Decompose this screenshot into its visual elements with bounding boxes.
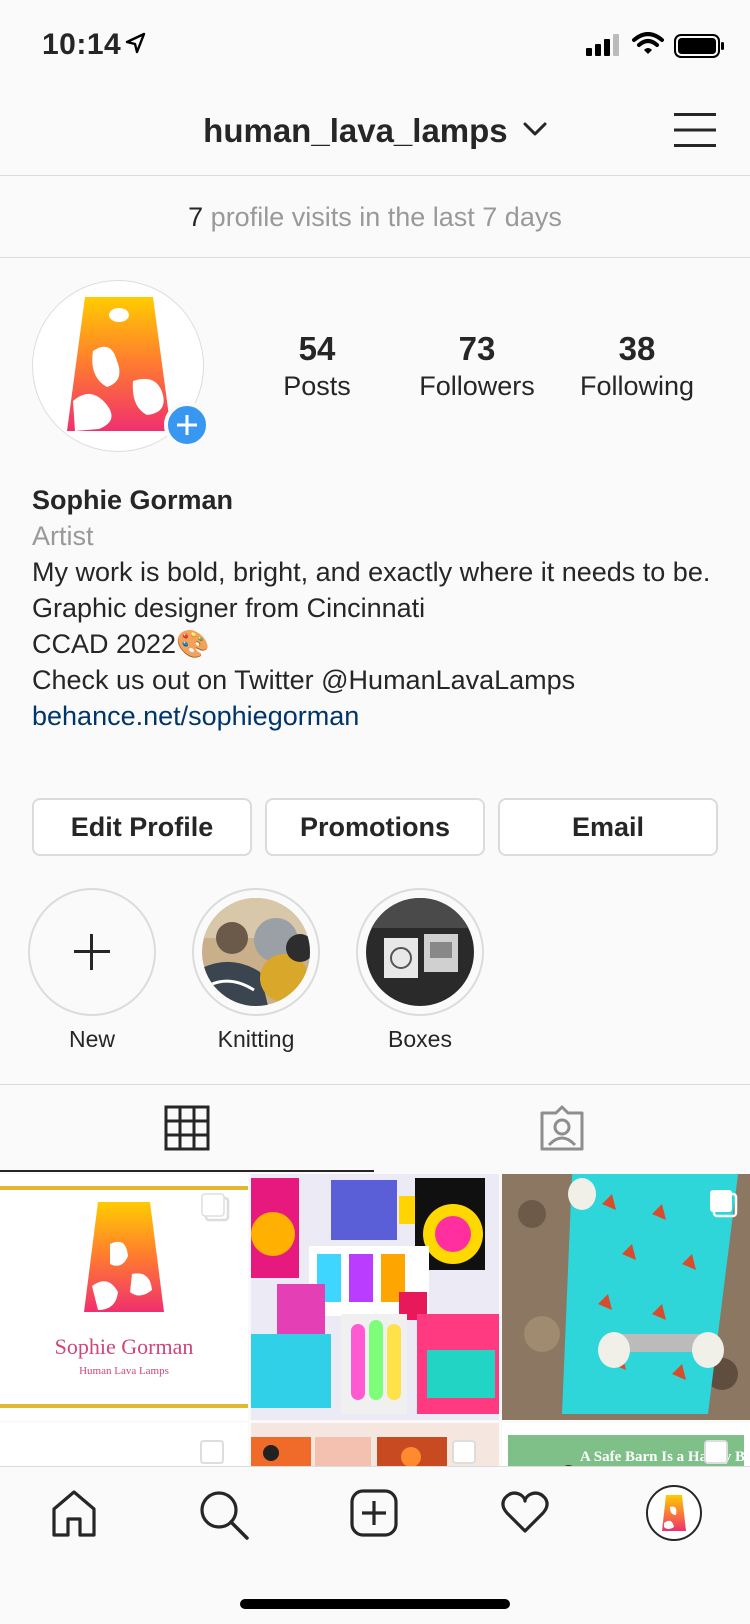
posts-grid: Sophie Gorman Human Lava Lamps A Safe Ba… (0, 1174, 750, 1466)
highlight-cover (366, 898, 474, 1006)
status-time: 10:14 (42, 28, 122, 61)
highlight-ring (28, 888, 156, 1016)
carousel-icon (452, 1440, 476, 1464)
highlight-new[interactable]: New (28, 888, 156, 1053)
display-name: Sophie Gorman (32, 485, 234, 515)
promotions-button[interactable]: Promotions (265, 798, 485, 856)
carousel-icon (710, 1190, 738, 1218)
followers-count: 73 (458, 330, 496, 367)
profile-tab-avatar[interactable] (646, 1485, 702, 1541)
bio-line: CCAD 2022🎨 (32, 629, 210, 659)
stat-followers[interactable]: 73 Followers (397, 330, 557, 404)
profile-bio: Sophie Gorman Artist My work is bold, br… (32, 482, 722, 734)
stat-posts[interactable]: 54 Posts (237, 330, 397, 404)
add-post-icon[interactable] (350, 1489, 398, 1537)
posts-count: 54 (298, 330, 336, 367)
grid-icon[interactable] (164, 1105, 210, 1151)
bio-line: My work is bold, bright, and exactly whe… (32, 557, 711, 587)
carousel-icon (704, 1440, 728, 1464)
followers-label: Followers (419, 371, 535, 401)
profile-header: human_lava_lamps (0, 88, 750, 176)
username-switcher[interactable]: human_lava_lamps (0, 112, 750, 150)
post-image (251, 1174, 499, 1420)
following-count: 38 (618, 330, 656, 367)
status-bar: 10:14 (0, 0, 750, 88)
stat-following[interactable]: 38 Following (557, 330, 717, 404)
search-icon[interactable] (198, 1489, 250, 1541)
active-tab-indicator (0, 1170, 374, 1172)
home-icon[interactable] (50, 1489, 98, 1539)
visits-count: 7 (188, 202, 204, 232)
post-subtitle: Human Lava Lamps (79, 1365, 169, 1377)
add-story-button[interactable] (164, 402, 210, 448)
hamburger-menu-icon[interactable] (674, 112, 716, 148)
knitting-cover-image (202, 898, 310, 1006)
battery-icon (674, 34, 724, 58)
boxes-cover-image (366, 898, 474, 1006)
username-label: human_lava_lamps (203, 112, 508, 149)
highlight-label: New (68, 1026, 115, 1052)
highlight-knitting[interactable]: Knitting (192, 888, 320, 1053)
chevron-down-icon (523, 122, 547, 136)
heart-icon[interactable] (500, 1489, 550, 1535)
location-arrow-icon (125, 32, 146, 54)
profile-tabs (0, 1084, 750, 1172)
home-indicator (240, 1599, 510, 1609)
plus-icon (177, 415, 197, 435)
highlight-label: Boxes (388, 1026, 452, 1052)
highlight-ring (356, 888, 484, 1016)
following-label: Following (579, 371, 695, 401)
plus-icon (74, 934, 110, 970)
signal-icon (586, 34, 619, 56)
carousel-icon (200, 1440, 224, 1464)
profile-visits-banner[interactable]: 7 profile visits in the last 7 days (0, 176, 750, 258)
edit-profile-button[interactable]: Edit Profile (32, 798, 252, 856)
highlight-boxes[interactable]: Boxes (356, 888, 484, 1053)
highlight-cover (202, 898, 310, 1006)
post-thumbnail[interactable] (502, 1174, 750, 1420)
post-thumbnail[interactable] (251, 1174, 499, 1420)
highlight-label: Knitting (217, 1026, 295, 1052)
bottom-navigation (0, 1466, 750, 1624)
lava-lamp-logo (662, 1495, 686, 1531)
profile-stats: 54 Posts 73 Followers 38 Following (240, 330, 730, 410)
profile-category: Artist (32, 521, 94, 551)
post-title: Sophie Gorman (55, 1334, 194, 1359)
bio-line: Graphic designer from Cincinnati (32, 593, 426, 623)
posts-label: Posts (283, 371, 351, 401)
carousel-icon (201, 1193, 230, 1222)
visits-text: profile visits in the last 7 days (203, 202, 562, 232)
wifi-icon (632, 32, 664, 54)
website-link[interactable]: behance.net/sophiegorman (32, 698, 722, 734)
highlight-ring (192, 888, 320, 1016)
email-button[interactable]: Email (498, 798, 718, 856)
tagged-icon[interactable] (538, 1105, 586, 1151)
bio-line: Check us out on Twitter @HumanLavaLamps (32, 665, 576, 695)
